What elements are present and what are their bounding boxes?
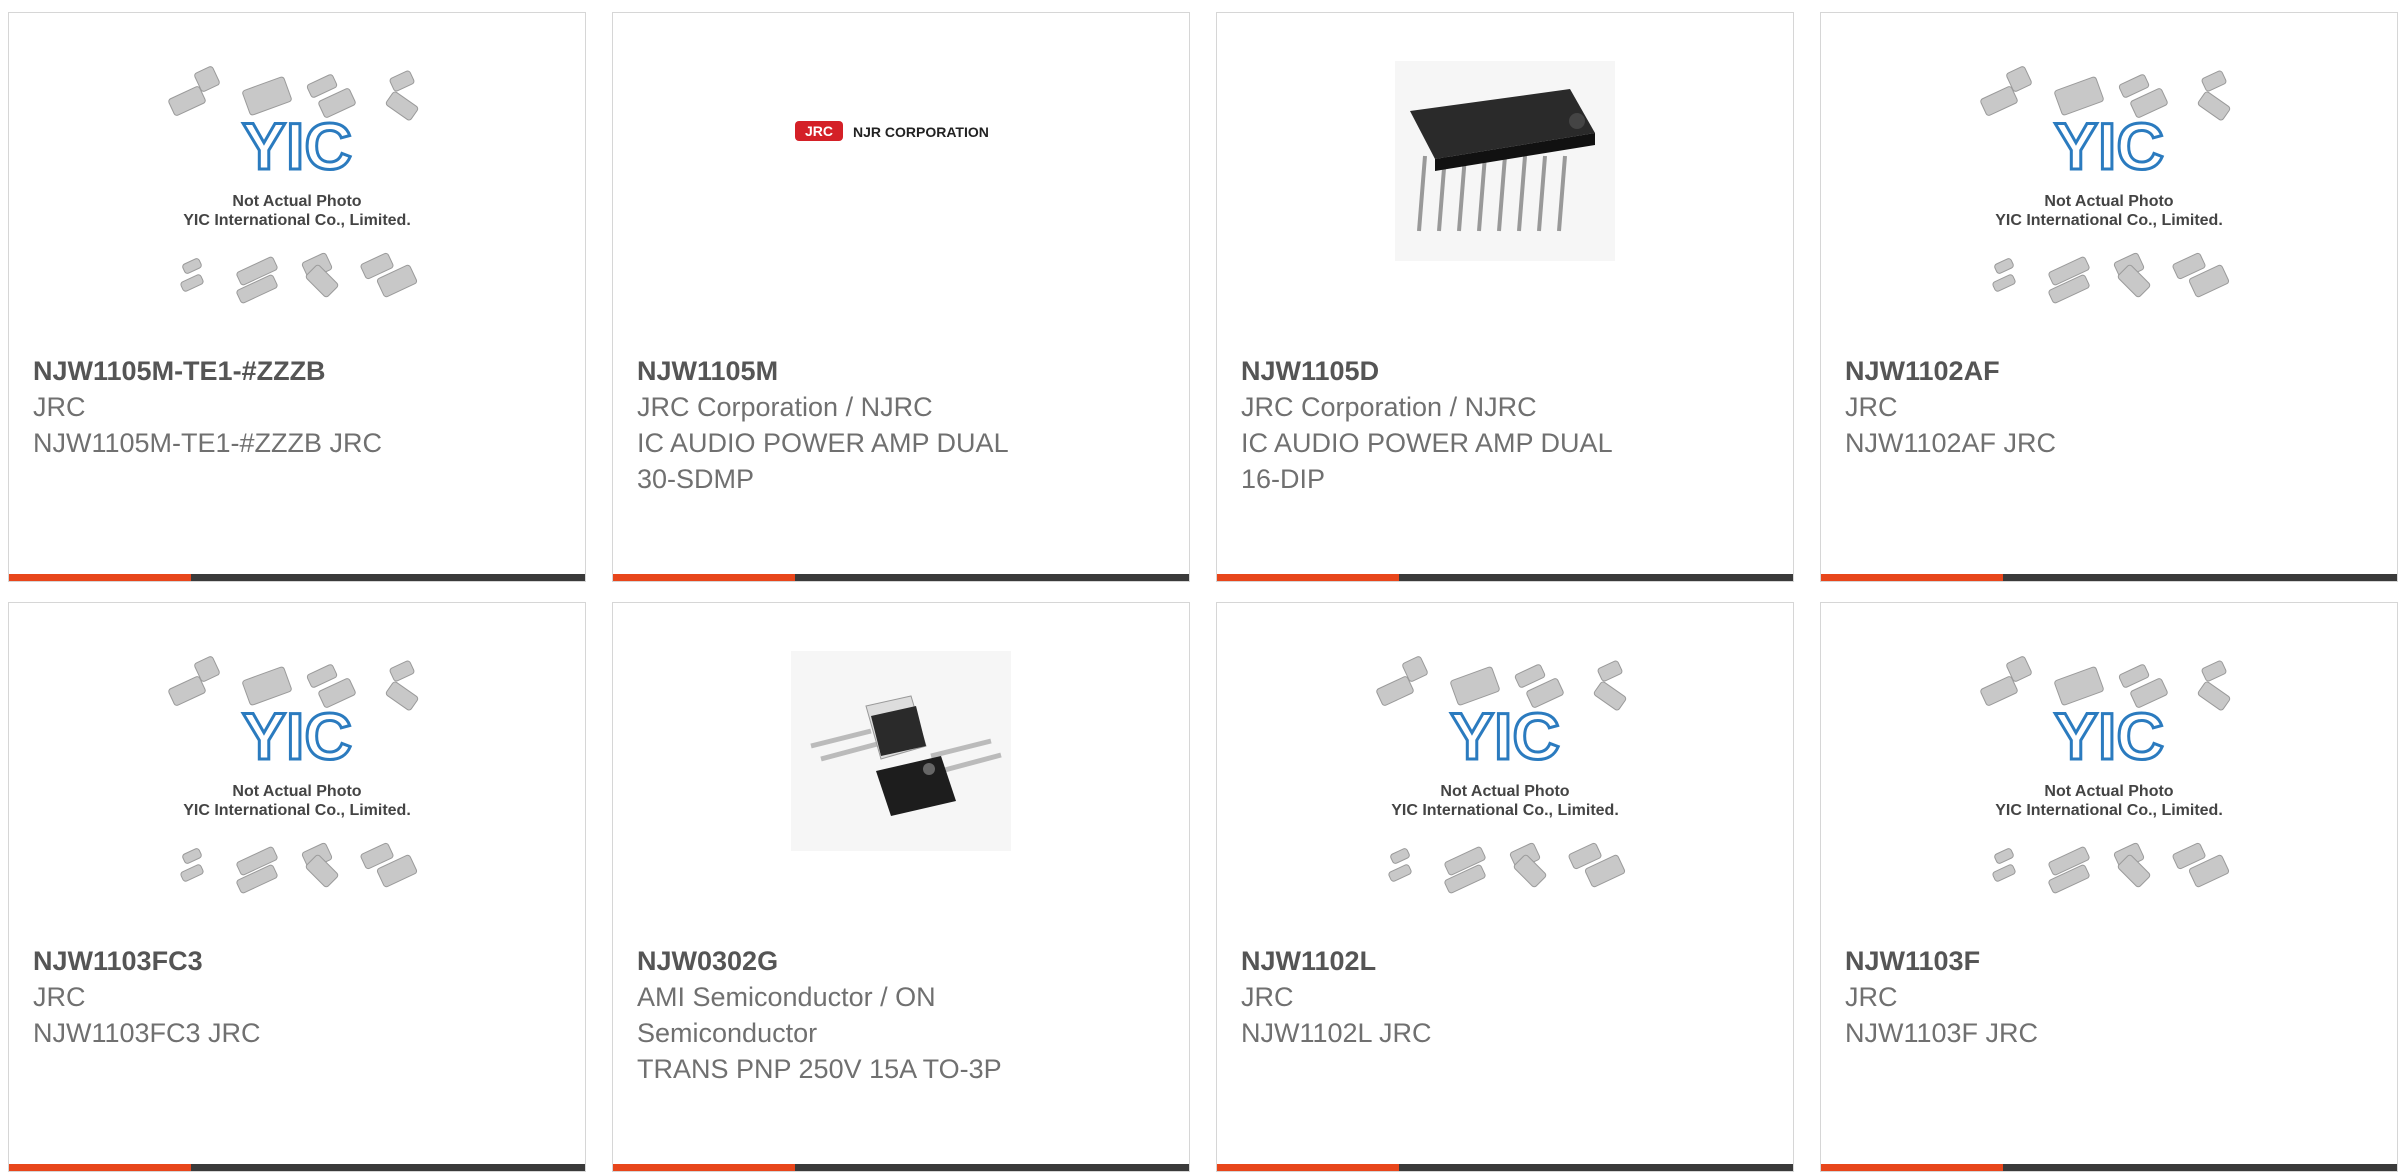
part-number[interactable]: NJW1102L <box>1241 943 1769 979</box>
svg-text:NJR CORPORATION: NJR CORPORATION <box>853 124 989 140</box>
product-info: NJW1103F JRC NJW1103F JRC <box>1845 943 2373 1051</box>
svg-text:YIC International Co., Limited: YIC International Co., Limited. <box>1995 802 2223 819</box>
svg-text:Not Actual Photo: Not Actual Photo <box>2044 193 2173 210</box>
card-accent-bar <box>613 574 795 581</box>
svg-text:Not Actual Photo: Not Actual Photo <box>2044 783 2173 800</box>
yic-logo-text: YIC <box>2054 699 2164 773</box>
manufacturer: JRC <box>1845 982 1898 1012</box>
description: Semiconductor <box>637 1018 818 1048</box>
card-accent-bar <box>1217 1164 1399 1171</box>
description: NJW1103F JRC <box>1845 1018 2039 1048</box>
svg-text:YIC International Co., Limited: YIC International Co., Limited. <box>1391 802 1619 819</box>
part-number[interactable]: NJW1105D <box>1241 353 1769 389</box>
product-info: NJW1102L JRC NJW1102L JRC <box>1241 943 1769 1051</box>
product-card[interactable]: NJW1105D JRC Corporation / NJRC IC AUDIO… <box>1216 12 1794 582</box>
card-accent-bar <box>9 574 191 581</box>
part-number[interactable]: NJW1103F <box>1845 943 2373 979</box>
yic-logo-text: YIC <box>2054 109 2164 183</box>
manufacturer: JRC <box>33 392 86 422</box>
product-card[interactable]: NJW0302G AMI Semiconductor / ON Semicond… <box>612 602 1190 1172</box>
part-number[interactable]: NJW1105M <box>637 353 1165 389</box>
part-number[interactable]: NJW1103FC3 <box>33 943 561 979</box>
not-actual-photo-image[interactable]: YIC Not Actual Photo YIC International C… <box>1821 13 2397 355</box>
svg-text:YIC International Co., Limited: YIC International Co., Limited. <box>183 802 411 819</box>
not-actual-photo-image[interactable]: YIC Not Actual Photo YIC International C… <box>9 13 585 355</box>
manufacturer: AMI Semiconductor / ON <box>637 982 936 1012</box>
description: IC AUDIO POWER AMP DUAL <box>637 428 1009 458</box>
card-bottom-bar <box>613 574 1189 581</box>
description-line-2: TRANS PNP 250V 15A TO-3P <box>637 1054 1002 1084</box>
manufacturer: JRC Corporation / NJRC <box>637 392 933 422</box>
svg-text:YIC International Co., Limited: YIC International Co., Limited. <box>183 212 411 229</box>
product-card[interactable]: YIC Not Actual Photo YIC International C… <box>8 12 586 582</box>
card-bottom-bar <box>613 1164 1189 1171</box>
card-bottom-bar <box>1821 574 2397 581</box>
card-accent-bar <box>9 1164 191 1171</box>
part-number[interactable]: NJW1105M-TE1-#ZZZB <box>33 353 561 389</box>
manufacturer: JRC <box>33 982 86 1012</box>
card-accent-bar <box>613 1164 795 1171</box>
card-bottom-bar <box>9 1164 585 1171</box>
product-info: NJW1103FC3 JRC NJW1103FC3 JRC <box>33 943 561 1051</box>
product-card[interactable]: JRC NJR CORPORATION NJW1105M JRC Corpora… <box>612 12 1190 582</box>
product-card[interactable]: YIC Not Actual Photo YIC International C… <box>8 602 586 1172</box>
yic-logo-text: YIC <box>242 699 352 773</box>
card-bottom-bar <box>1821 1164 2397 1171</box>
description: IC AUDIO POWER AMP DUAL <box>1241 428 1613 458</box>
product-card[interactable]: YIC Not Actual Photo YIC International C… <box>1216 602 1794 1172</box>
description: NJW1103FC3 JRC <box>33 1018 261 1048</box>
product-card[interactable]: YIC Not Actual Photo YIC International C… <box>1820 602 2398 1172</box>
svg-text:YIC International Co., Limited: YIC International Co., Limited. <box>1995 212 2223 229</box>
transistor-image[interactable] <box>613 603 1189 945</box>
not-actual-photo-image[interactable]: YIC Not Actual Photo YIC International C… <box>1821 603 2397 945</box>
product-info: NJW1105M JRC Corporation / NJRC IC AUDIO… <box>637 353 1165 497</box>
product-info: NJW0302G AMI Semiconductor / ON Semicond… <box>637 943 1165 1087</box>
manufacturer: JRC Corporation / NJRC <box>1241 392 1537 422</box>
dip-chip-image[interactable] <box>1217 13 1793 355</box>
not-actual-photo-image[interactable]: YIC Not Actual Photo YIC International C… <box>1217 603 1793 945</box>
part-number[interactable]: NJW0302G <box>637 943 1165 979</box>
not-actual-photo-image[interactable]: YIC Not Actual Photo YIC International C… <box>9 603 585 945</box>
card-accent-bar <box>1217 574 1399 581</box>
card-accent-bar <box>1821 574 2003 581</box>
description: NJW1102AF JRC <box>1845 428 2057 458</box>
product-card[interactable]: YIC Not Actual Photo YIC International C… <box>1820 12 2398 582</box>
description: NJW1105M-TE1-#ZZZB JRC <box>33 428 383 458</box>
yic-logo-text: YIC <box>1450 699 1560 773</box>
card-accent-bar <box>1821 1164 2003 1171</box>
svg-text:JRC: JRC <box>805 123 833 139</box>
svg-text:Not Actual Photo: Not Actual Photo <box>1440 783 1569 800</box>
manufacturer-logo-image[interactable]: JRC NJR CORPORATION <box>613 13 1189 355</box>
manufacturer: JRC <box>1241 982 1294 1012</box>
yic-logo-text: YIC <box>242 109 352 183</box>
part-number[interactable]: NJW1102AF <box>1845 353 2373 389</box>
svg-text:Not Actual Photo: Not Actual Photo <box>232 193 361 210</box>
card-bottom-bar <box>1217 574 1793 581</box>
product-info: NJW1105M-TE1-#ZZZB JRC NJW1105M-TE1-#ZZZ… <box>33 353 561 461</box>
manufacturer: JRC <box>1845 392 1898 422</box>
svg-text:Not Actual Photo: Not Actual Photo <box>232 783 361 800</box>
product-info: NJW1102AF JRC NJW1102AF JRC <box>1845 353 2373 461</box>
card-bottom-bar <box>9 574 585 581</box>
description-line-2: 30-SDMP <box>637 464 755 494</box>
description-line-2: 16-DIP <box>1241 464 1326 494</box>
description: NJW1102L JRC <box>1241 1018 1432 1048</box>
card-bottom-bar <box>1217 1164 1793 1171</box>
product-info: NJW1105D JRC Corporation / NJRC IC AUDIO… <box>1241 353 1769 497</box>
